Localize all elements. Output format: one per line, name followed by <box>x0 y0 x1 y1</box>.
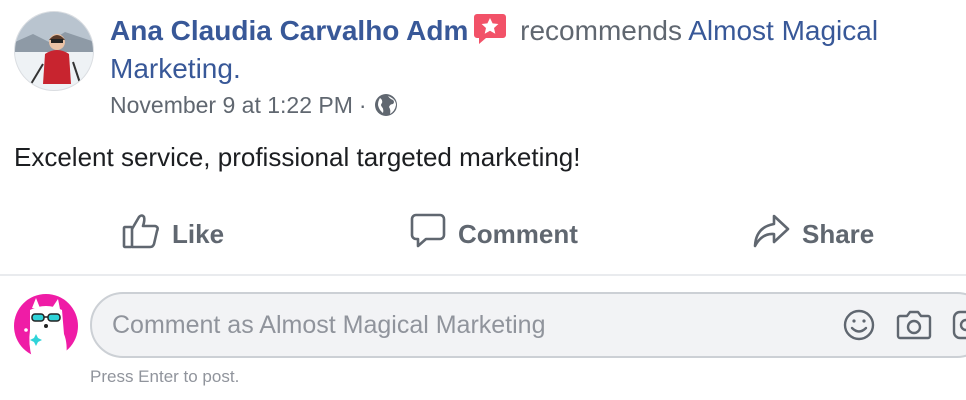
commenter-page-avatar[interactable] <box>14 294 78 358</box>
meta-separator: · <box>358 92 367 118</box>
comment-label: Comment <box>458 218 578 249</box>
globe-icon[interactable] <box>373 92 399 118</box>
like-label: Like <box>172 218 225 249</box>
gif-icon[interactable] <box>952 308 966 347</box>
like-button[interactable]: Like <box>122 206 224 262</box>
comment-composer <box>90 292 966 358</box>
post-meta: November 9 at 1:22 PM · <box>110 90 399 120</box>
recommendation-star-badge-icon <box>474 14 507 44</box>
post-actions-bar: Like Comment Share <box>0 206 966 262</box>
camera-icon[interactable] <box>896 308 932 347</box>
author-name[interactable]: Ana Claudia Carvalho Adm <box>110 15 468 46</box>
recommendation-post: Ana Claudia Carvalho Adm recommends Almo… <box>0 0 966 400</box>
post-body-text: Excelent service, profissional targeted … <box>14 142 581 172</box>
post-timestamp[interactable]: November 9 at 1:22 PM <box>110 90 353 120</box>
thumbs-up-icon <box>122 213 172 256</box>
speech-bubble-icon <box>410 213 458 256</box>
comment-button[interactable]: Comment <box>410 206 578 262</box>
press-enter-hint: Press Enter to post. <box>90 367 240 386</box>
emoji-icon[interactable] <box>842 308 876 347</box>
share-label: Share <box>802 218 875 249</box>
author-avatar[interactable] <box>14 11 94 91</box>
share-arrow-icon <box>752 213 802 256</box>
comment-input[interactable] <box>112 294 812 356</box>
recommends-verb: recommends <box>520 15 682 46</box>
post-header: Ana Claudia Carvalho Adm recommends Almo… <box>110 12 930 88</box>
share-button[interactable]: Share <box>752 206 874 262</box>
actions-divider <box>0 274 966 276</box>
